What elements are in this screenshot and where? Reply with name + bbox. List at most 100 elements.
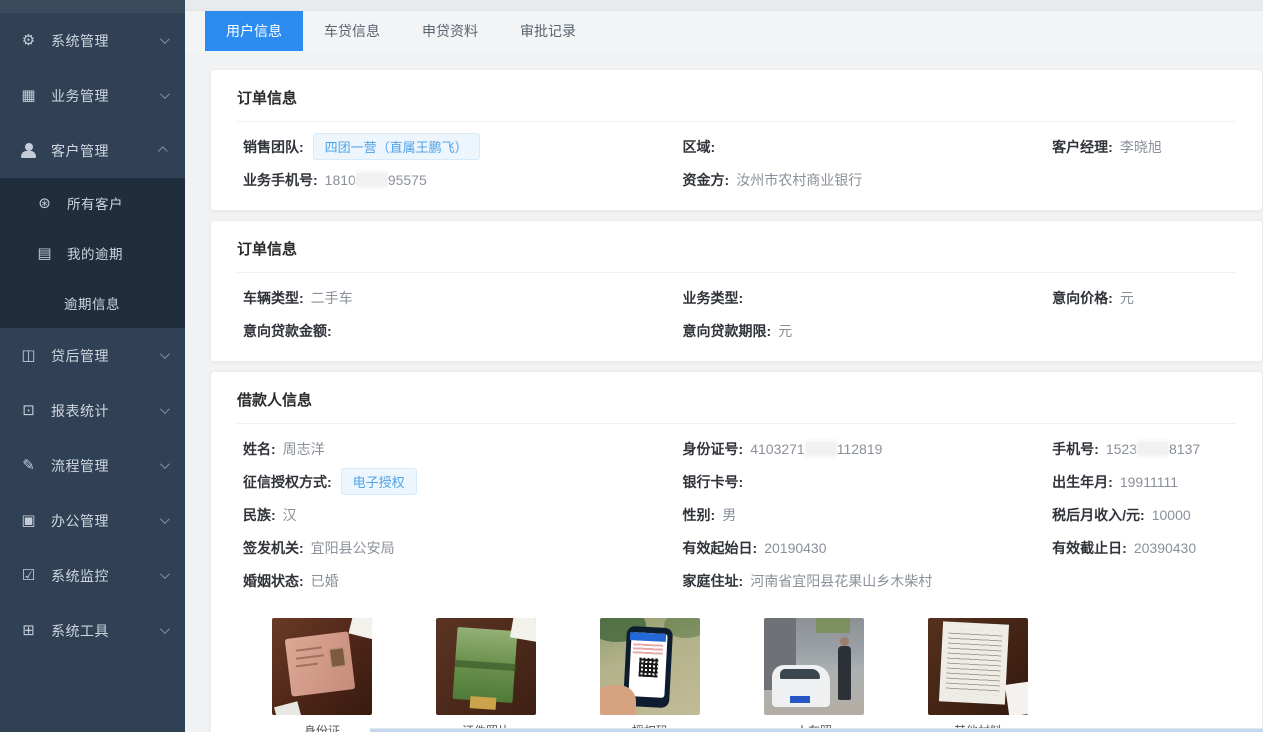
- chevron-down-icon: [160, 459, 170, 469]
- electronic-auth-tag: 电子授权: [341, 468, 417, 495]
- user-icon: [20, 142, 37, 159]
- field-label: 税后月收入/元:: [1052, 505, 1145, 525]
- section-title: 订单信息: [237, 221, 1236, 273]
- sidebar-item-my-overdue[interactable]: 我的逾期: [0, 228, 185, 278]
- sales-team-tag: 四团一营（直属王鹏飞）: [313, 133, 480, 160]
- chevron-down-icon: [160, 349, 170, 359]
- photo-caption: 身份证: [272, 722, 372, 732]
- field-label: 婚姻状态:: [243, 571, 304, 591]
- field-label: 销售团队:: [243, 137, 304, 157]
- tab-user-info[interactable]: 用户信息: [205, 11, 303, 51]
- field-value: 4103271: [750, 441, 805, 457]
- field-label: 家庭住址:: [683, 571, 744, 591]
- field-value: 20390430: [1134, 540, 1196, 556]
- tab-approval-records[interactable]: 审批记录: [499, 11, 597, 51]
- field-label: 资金方:: [683, 170, 730, 190]
- field-label: 业务类型:: [683, 288, 744, 308]
- gear-icon: [20, 32, 37, 49]
- field-value: 8137: [1169, 441, 1200, 457]
- field-value: 95575: [388, 172, 427, 188]
- phone-qr-code-photo-thumbnail[interactable]: [600, 618, 700, 715]
- sidebar-item-report-stats[interactable]: 报表统计: [0, 383, 185, 438]
- bottom-scrollbar[interactable]: [370, 728, 1263, 732]
- tab-car-loan-info[interactable]: 车贷信息: [303, 11, 401, 51]
- field-business-phone: 业务手机号: 181095575: [237, 163, 677, 196]
- field-label: 区域:: [683, 137, 716, 157]
- sidebar-item-business-mgmt[interactable]: 业务管理: [0, 68, 185, 123]
- photo-item: 人车照: [764, 618, 864, 732]
- empty-cell: [1046, 163, 1236, 196]
- tab-loan-application-docs[interactable]: 申贷资料: [401, 11, 499, 51]
- field-value: 元: [1120, 288, 1134, 308]
- field-gender: 性别: 男: [677, 498, 1047, 531]
- paper-document-photo-thumbnail[interactable]: [928, 618, 1028, 715]
- customer-submenu: 所有客户 我的逾期 逾期信息: [0, 178, 185, 328]
- sidebar-item-overdue-info[interactable]: 逾期信息: [0, 278, 185, 328]
- field-label: 有效截止日:: [1052, 538, 1127, 558]
- field-intended-price: 意向价格: 元: [1046, 281, 1236, 314]
- field-region: 区域:: [677, 130, 1047, 163]
- sidebar-item-system-tools[interactable]: 系统工具: [0, 603, 185, 658]
- sidebar-item-label: 流程管理: [51, 456, 160, 476]
- sidebar-item-office-mgmt[interactable]: 办公管理: [0, 493, 185, 548]
- field-account-manager: 客户经理: 李晓旭: [1046, 130, 1236, 163]
- field-sales-team: 销售团队: 四团一营（直属王鹏飞）: [237, 130, 677, 163]
- customers-icon: [36, 195, 53, 212]
- redaction-box: [1138, 442, 1168, 455]
- field-intended-loan-amount: 意向贷款金额:: [237, 314, 677, 347]
- field-label: 客户经理:: [1052, 137, 1113, 157]
- monitor-check-icon: [20, 567, 37, 584]
- sidebar-item-all-customers[interactable]: 所有客户: [0, 178, 185, 228]
- workflow-icon: [20, 457, 37, 474]
- sidebar-item-customer-mgmt[interactable]: 客户管理: [0, 123, 185, 178]
- person-with-car-photo-thumbnail[interactable]: [764, 618, 864, 715]
- field-business-type: 业务类型:: [677, 281, 1047, 314]
- field-value: 1810: [325, 172, 356, 188]
- sidebar: 系统管理 业务管理 客户管理 所有客户 我的逾期 逾期信息 贷后管理 报表统计: [0, 0, 185, 732]
- field-ethnicity: 民族: 汉: [237, 498, 677, 531]
- field-label: 意向贷款金额:: [243, 321, 332, 341]
- green-booklet-photo-thumbnail[interactable]: [436, 618, 536, 715]
- chevron-down-icon: [160, 624, 170, 634]
- id-card-photo-thumbnail[interactable]: [272, 618, 372, 715]
- field-value: 男: [722, 505, 736, 525]
- sidebar-item-system-mgmt[interactable]: 系统管理: [0, 13, 185, 68]
- sidebar-item-system-monitor[interactable]: 系统监控: [0, 548, 185, 603]
- content-area: 订单信息 销售团队: 四团一营（直属王鹏飞） 区域: 客户经理: 李晓旭 业务手…: [185, 51, 1263, 732]
- redaction-box: [806, 442, 836, 455]
- field-value: 20190430: [764, 540, 826, 556]
- field-value: 1523: [1106, 441, 1137, 457]
- field-value: 河南省宜阳县花果山乡木柴村: [750, 571, 932, 591]
- empty-cell: [1046, 314, 1236, 347]
- sidebar-item-label: 系统管理: [51, 31, 160, 51]
- field-monthly-income: 税后月收入/元: 10000: [1046, 498, 1236, 531]
- empty-cell: [1046, 564, 1236, 597]
- field-value: 宜阳县公安局: [311, 538, 395, 558]
- field-vehicle-type: 车辆类型: 二手车: [237, 281, 677, 314]
- field-label: 车辆类型:: [243, 288, 304, 308]
- field-label: 身份证号:: [683, 439, 744, 459]
- report-monitor-icon: [20, 402, 37, 419]
- sidebar-item-label: 系统监控: [51, 566, 160, 586]
- field-value: 李晓旭: [1120, 137, 1162, 157]
- office-icon: [20, 512, 37, 529]
- main-content: 用户信息 车贷信息 申贷资料 审批记录 订单信息 销售团队: 四团一营（直属王鹏…: [185, 0, 1263, 732]
- field-label: 征信授权方式:: [243, 472, 332, 492]
- top-strip: [185, 0, 1263, 11]
- sidebar-item-label: 办公管理: [51, 511, 160, 531]
- field-valid-from: 有效起始日: 20190430: [677, 531, 1047, 564]
- sidebar-item-label: 系统工具: [51, 621, 160, 641]
- sidebar-item-postloan-mgmt[interactable]: 贷后管理: [0, 328, 185, 383]
- field-label: 手机号:: [1052, 439, 1099, 459]
- sidebar-item-workflow-mgmt[interactable]: 流程管理: [0, 438, 185, 493]
- document-photo-row: 身份证 证件照片 授权码: [237, 618, 1236, 732]
- field-label: 民族:: [243, 505, 276, 525]
- sidebar-item-label: 客户管理: [51, 141, 160, 161]
- field-label: 银行卡号:: [683, 472, 744, 492]
- photo-item: 授权码: [600, 618, 700, 732]
- field-valid-until: 有效截止日: 20390430: [1046, 531, 1236, 564]
- photo-item: 身份证: [272, 618, 372, 732]
- chevron-down-icon: [160, 514, 170, 524]
- field-value: 周志洋: [283, 439, 325, 459]
- field-funding-party: 资金方: 汝州市农村商业银行: [677, 163, 1047, 196]
